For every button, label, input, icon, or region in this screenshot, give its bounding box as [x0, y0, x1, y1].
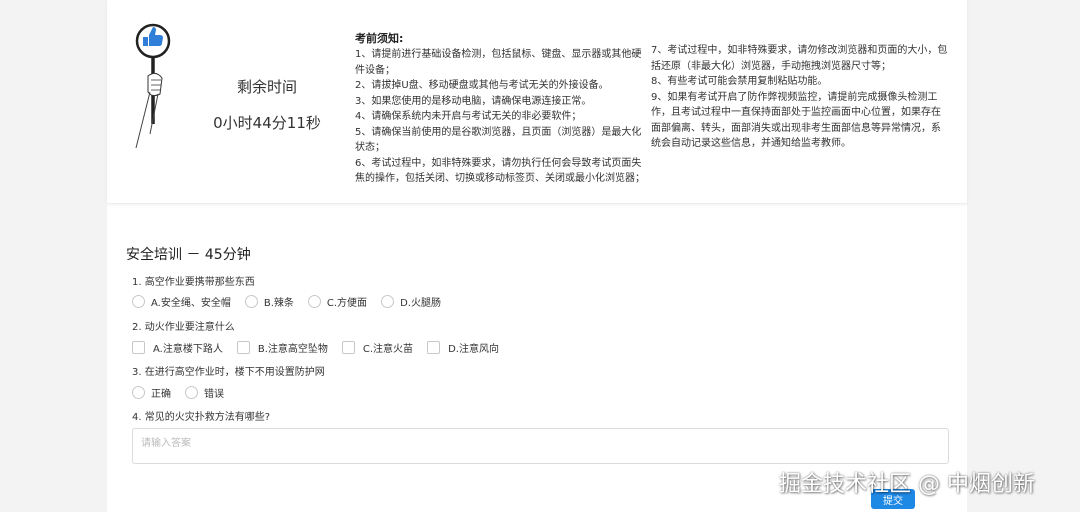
notice-item: 6、考试过程中，如非特殊要求，请勿执行任何会导致考试页面失焦的操作，包括关闭、切…	[355, 157, 645, 185]
checkbox[interactable]	[236, 341, 250, 354]
q2-option-b[interactable]: B.注意高空坠物	[236, 340, 328, 355]
q2-option-d[interactable]: D.注意风向	[427, 340, 499, 355]
q1-option-a[interactable]: A.安全绳、安全帽	[132, 294, 231, 309]
option-label: A.注意楼下路人	[153, 344, 223, 355]
timer-value: 0小时44分11秒	[213, 114, 321, 132]
notice-item: 3、如果您使用的是移动电脑，请确保电源连接正常。	[355, 95, 592, 107]
q1-option-b[interactable]: B.辣条	[244, 294, 294, 309]
answer-textarea[interactable]: 请输入答案	[132, 428, 949, 464]
radio-button[interactable]	[132, 386, 145, 399]
notice-item: 1、请提前进行基础设备检测，包括鼠标、键盘、显示器或其他硬件设备；	[355, 49, 642, 76]
notice-list-left: 1、请提前进行基础设备检测，包括鼠标、键盘、显示器或其他硬件设备； 2、请拔掉U…	[355, 47, 649, 187]
option-label: D.火腿肠	[400, 298, 441, 309]
question-2: 2. 动火作业要注意什么	[132, 322, 235, 333]
option-label: B.辣条	[263, 298, 294, 309]
notice-item: 9、如果有考试开启了防作弊视频监控，请提前完成摄像头检测工作，且考试过程中一直保…	[651, 91, 941, 150]
radio-button[interactable]	[307, 295, 321, 308]
q1-option-d[interactable]: D.火腿肠	[381, 294, 441, 309]
checkbox[interactable]	[341, 341, 355, 354]
notice-list-right: 7、考试过程中，如非特殊要求，请勿修改浏览器和页面的大小，包括还原（非最大化）浏…	[651, 43, 949, 152]
notice-title: 考前须知:	[355, 32, 404, 45]
question-3-options: 正确 错误	[132, 385, 238, 400]
radio-button[interactable]	[381, 295, 395, 308]
question-2-options: A.注意楼下路人 B.注意高空坠物 C.注意火苗 D.注意风向	[132, 340, 513, 355]
notice-item: 8、有些考试可能会禁用复制粘贴功能。	[651, 76, 828, 87]
q2-option-a[interactable]: A.注意楼下路人	[132, 340, 223, 355]
question-3: 3. 在进行高空作业时，楼下不用设置防护网	[132, 367, 325, 378]
radio-button[interactable]	[132, 295, 145, 308]
checkbox[interactable]	[132, 341, 145, 354]
checkbox[interactable]	[427, 341, 441, 354]
option-label: A.安全绳、安全帽	[151, 298, 231, 309]
option-label: 正确	[151, 389, 171, 400]
option-label: C.注意火苗	[362, 344, 414, 355]
notice-card: 剩余时间 0小时44分11秒 考前须知: 1、请提前进行基础设备检测，包括鼠标、…	[107, 0, 967, 204]
thumbs-up-sign-icon	[135, 23, 171, 149]
radio-button[interactable]	[244, 295, 258, 308]
question-1: 1. 高空作业要携带那些东西	[132, 277, 255, 288]
timer-label: 剩余时间	[236, 78, 297, 96]
exam-title: 安全培训 － 45分钟	[126, 247, 251, 263]
question-4: 4. 常见的火灾扑救方法有哪些?	[132, 412, 271, 423]
option-label: 错误	[204, 389, 224, 400]
option-label: D.注意风向	[448, 344, 499, 355]
option-label: B.注意高空坠物	[257, 344, 328, 355]
exam-page: 剩余时间 0小时44分11秒 考前须知: 1、请提前进行基础设备检测，包括鼠标、…	[107, 0, 967, 512]
watermark: 掘金技术社区 @ 中烟创新	[779, 472, 1035, 497]
q2-option-c[interactable]: C.注意火苗	[341, 340, 414, 355]
notice-item: 2、请拔掉U盘、移动硬盘或其他与考试无关的外接设备。	[355, 80, 609, 91]
q3-option-true[interactable]: 正确	[132, 385, 171, 400]
q3-option-false[interactable]: 错误	[185, 385, 224, 400]
option-label: C.方便面	[326, 298, 368, 309]
notice-item: 5、请确保当前使用的是谷歌浏览器，且页面（浏览器）是最大化状态；	[355, 126, 642, 154]
notice-item: 4、请确保系统内未开启与考试无关的非必要软件；	[355, 111, 582, 122]
radio-button[interactable]	[185, 386, 198, 399]
question-1-options: A.安全绳、安全帽 B.辣条 C.方便面 D.火腿肠	[132, 294, 455, 309]
q1-option-c[interactable]: C.方便面	[307, 294, 368, 309]
notice-item: 7、考试过程中，如非特殊要求，请勿修改浏览器和页面的大小，包括还原（非最大化）浏…	[651, 45, 948, 72]
